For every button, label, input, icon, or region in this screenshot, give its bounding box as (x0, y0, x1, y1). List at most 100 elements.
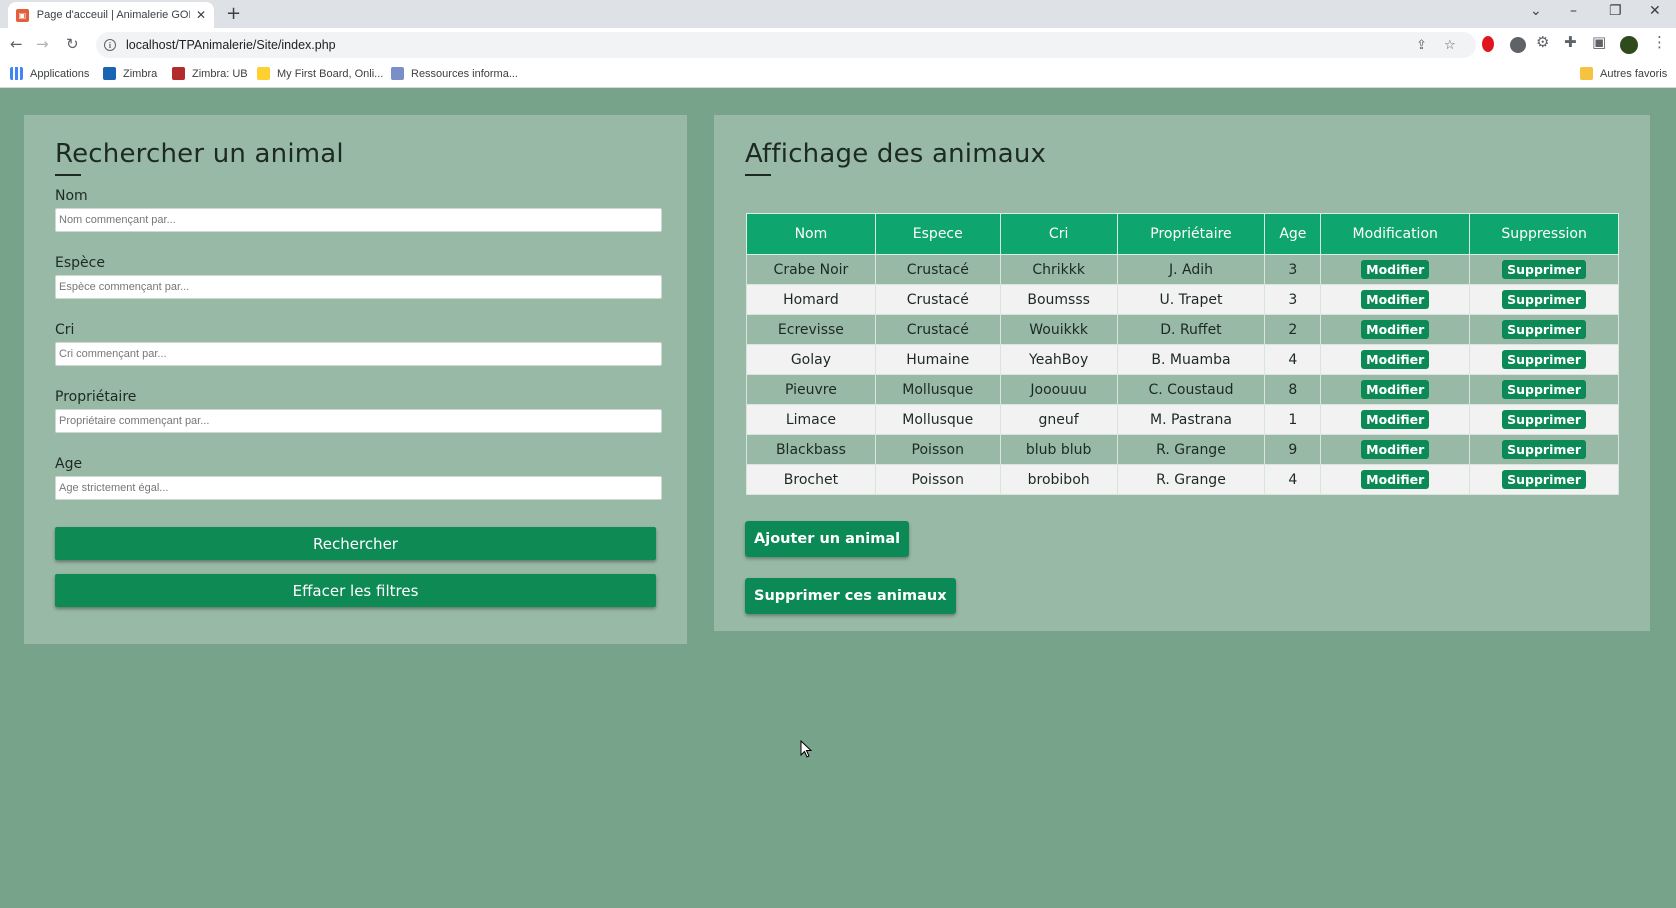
delete-button[interactable]: Supprimer (1502, 290, 1587, 309)
cry-label: Cri (55, 322, 75, 338)
modify-cell: Modifier (1320, 404, 1471, 435)
species-label: Espèce (55, 255, 105, 271)
delete-button[interactable]: Supprimer (1502, 320, 1587, 339)
owner-cell: U. Trapet (1116, 284, 1266, 315)
delete-cell: Supprimer (1469, 374, 1619, 405)
cry-cell: Jooouuu (999, 374, 1118, 405)
bookmark-zimbra[interactable]: Zimbra (103, 67, 157, 80)
name-input[interactable] (55, 208, 662, 232)
forward-icon[interactable]: → (36, 35, 49, 53)
species-cell: Poisson (874, 464, 1001, 495)
cry-cell: YeahBoy (999, 344, 1118, 375)
age-input[interactable] (55, 476, 662, 500)
tab-search-icon[interactable]: ⌄ (1530, 3, 1542, 19)
delete-cell: Supprimer (1469, 254, 1619, 285)
browser-tab[interactable]: ▣ Page d'acceuil | Animalerie GOLA ✕ (8, 2, 214, 28)
cry-cell: blub blub (999, 434, 1118, 465)
modify-button[interactable]: Modifier (1361, 260, 1430, 279)
column-header: Propriétaire (1116, 213, 1266, 255)
delete-button[interactable]: Supprimer (1502, 440, 1587, 459)
animals-table: Nom Espece Cri Propriétaire Age Modifica… (746, 213, 1619, 495)
bookmark-label: Autres favoris (1600, 67, 1668, 80)
mouse-cursor-icon (800, 740, 813, 758)
owner-input[interactable] (55, 409, 662, 433)
name-cell: Brochet (746, 464, 876, 495)
close-window-icon[interactable]: ✕ (1649, 3, 1661, 19)
add-animal-button[interactable]: Ajouter un animal (745, 521, 910, 557)
delete-cell: Supprimer (1469, 344, 1619, 375)
age-cell: 8 (1264, 374, 1322, 405)
opera-extension-icon[interactable] (1482, 36, 1494, 52)
species-cell: Crustacé (874, 254, 1001, 285)
name-cell: Homard (746, 284, 876, 315)
settings-gear-icon[interactable]: ⚙ (1536, 33, 1549, 51)
species-input[interactable] (55, 275, 662, 299)
bookmarks-bar: Applications Zimbra Zimbra: UB My First … (0, 62, 1676, 88)
bookmark-star-icon[interactable]: ☆ (1444, 38, 1456, 53)
search-button[interactable]: Rechercher (55, 527, 656, 560)
bookmark-zimbra-ub[interactable]: Zimbra: UB (172, 67, 248, 80)
table-row: Limace Mollusque gneuf M. Pastrana 1 Modifier… (746, 404, 1619, 435)
bookmark-label: Ressources informa... (411, 67, 518, 80)
back-icon[interactable]: ← (10, 35, 23, 53)
delete-button[interactable]: Supprimer (1502, 410, 1587, 429)
url-text: localhost/TPAnimalerie/Site/index.php (126, 38, 336, 52)
modify-button[interactable]: Modifier (1361, 290, 1430, 309)
age-cell: 9 (1264, 434, 1322, 465)
zimbra-icon (103, 67, 116, 80)
species-cell: Crustacé (874, 314, 1001, 345)
new-tab-icon[interactable]: + (226, 3, 241, 24)
display-panel: Affichage des animaux Nom Espece Cri Pro… (714, 115, 1650, 631)
extension-icon[interactable] (1510, 37, 1526, 53)
bookmark-label: Zimbra (123, 67, 158, 80)
reload-icon[interactable]: ↻ (66, 35, 79, 53)
species-cell: Mollusque (874, 374, 1001, 405)
more-menu-icon[interactable]: ⋮ (1652, 33, 1667, 51)
age-label: Age (55, 456, 83, 472)
owner-cell: J. Adih (1116, 254, 1266, 285)
delete-button[interactable]: Supprimer (1502, 470, 1587, 489)
modify-cell: Modifier (1320, 464, 1471, 495)
bookmark-other-favorites[interactable]: Autres favoris (1580, 67, 1667, 80)
modify-button[interactable]: Modifier (1361, 470, 1430, 489)
delete-button[interactable]: Supprimer (1502, 380, 1587, 399)
table-header-row: Nom Espece Cri Propriétaire Age Modifica… (746, 213, 1619, 255)
modify-button[interactable]: Modifier (1361, 320, 1430, 339)
profile-avatar[interactable] (1620, 36, 1638, 54)
share-icon[interactable]: ⇪ (1416, 38, 1427, 53)
column-header: Espece (874, 213, 1001, 255)
bookmark-label: My First Board, Onli... (277, 67, 384, 80)
species-cell: Crustacé (874, 284, 1001, 315)
bookmark-ressources[interactable]: Ressources informa... (391, 67, 518, 80)
delete-cell: Supprimer (1469, 434, 1619, 465)
restore-icon[interactable]: ❐ (1609, 3, 1622, 19)
delete-cell: Supprimer (1469, 404, 1619, 435)
site-info-icon[interactable]: i (104, 39, 116, 51)
delete-button[interactable]: Supprimer (1502, 260, 1587, 279)
extensions-puzzle-icon[interactable]: ✚ (1564, 33, 1577, 51)
delete-button[interactable]: Supprimer (1502, 350, 1587, 369)
delete-animals-button[interactable]: Supprimer ces animaux (745, 578, 956, 614)
clear-filters-button[interactable]: Effacer les filtres (55, 574, 656, 607)
address-bar[interactable]: i localhost/TPAnimalerie/Site/index.php … (96, 32, 1476, 58)
cry-cell: Wouikkk (999, 314, 1118, 345)
column-header: Suppression (1469, 213, 1619, 255)
display-title: Affichage des animaux (745, 139, 1047, 169)
bookmark-applications[interactable]: Applications (10, 67, 89, 80)
table-row: Brochet Poisson brobiboh R. Grange 4 Modifier… (746, 464, 1619, 495)
minimize-icon[interactable]: – (1570, 3, 1577, 19)
modify-button[interactable]: Modifier (1361, 440, 1430, 459)
close-tab-icon[interactable]: ✕ (196, 8, 206, 22)
cry-input[interactable] (55, 342, 662, 366)
table-row: Homard Crustacé Boumsss U. Trapet 3 Modifier S… (746, 284, 1619, 315)
side-panel-icon[interactable]: ▣ (1592, 33, 1606, 51)
modify-button[interactable]: Modifier (1361, 380, 1430, 399)
age-cell: 2 (1264, 314, 1322, 345)
name-cell: Golay (746, 344, 876, 375)
cry-cell: Chrikkk (999, 254, 1118, 285)
modify-button[interactable]: Modifier (1361, 350, 1430, 369)
delete-cell: Supprimer (1469, 284, 1619, 315)
modify-button[interactable]: Modifier (1361, 410, 1430, 429)
bookmark-miro[interactable]: My First Board, Onli... (257, 67, 383, 80)
owner-cell: M. Pastrana (1116, 404, 1266, 435)
